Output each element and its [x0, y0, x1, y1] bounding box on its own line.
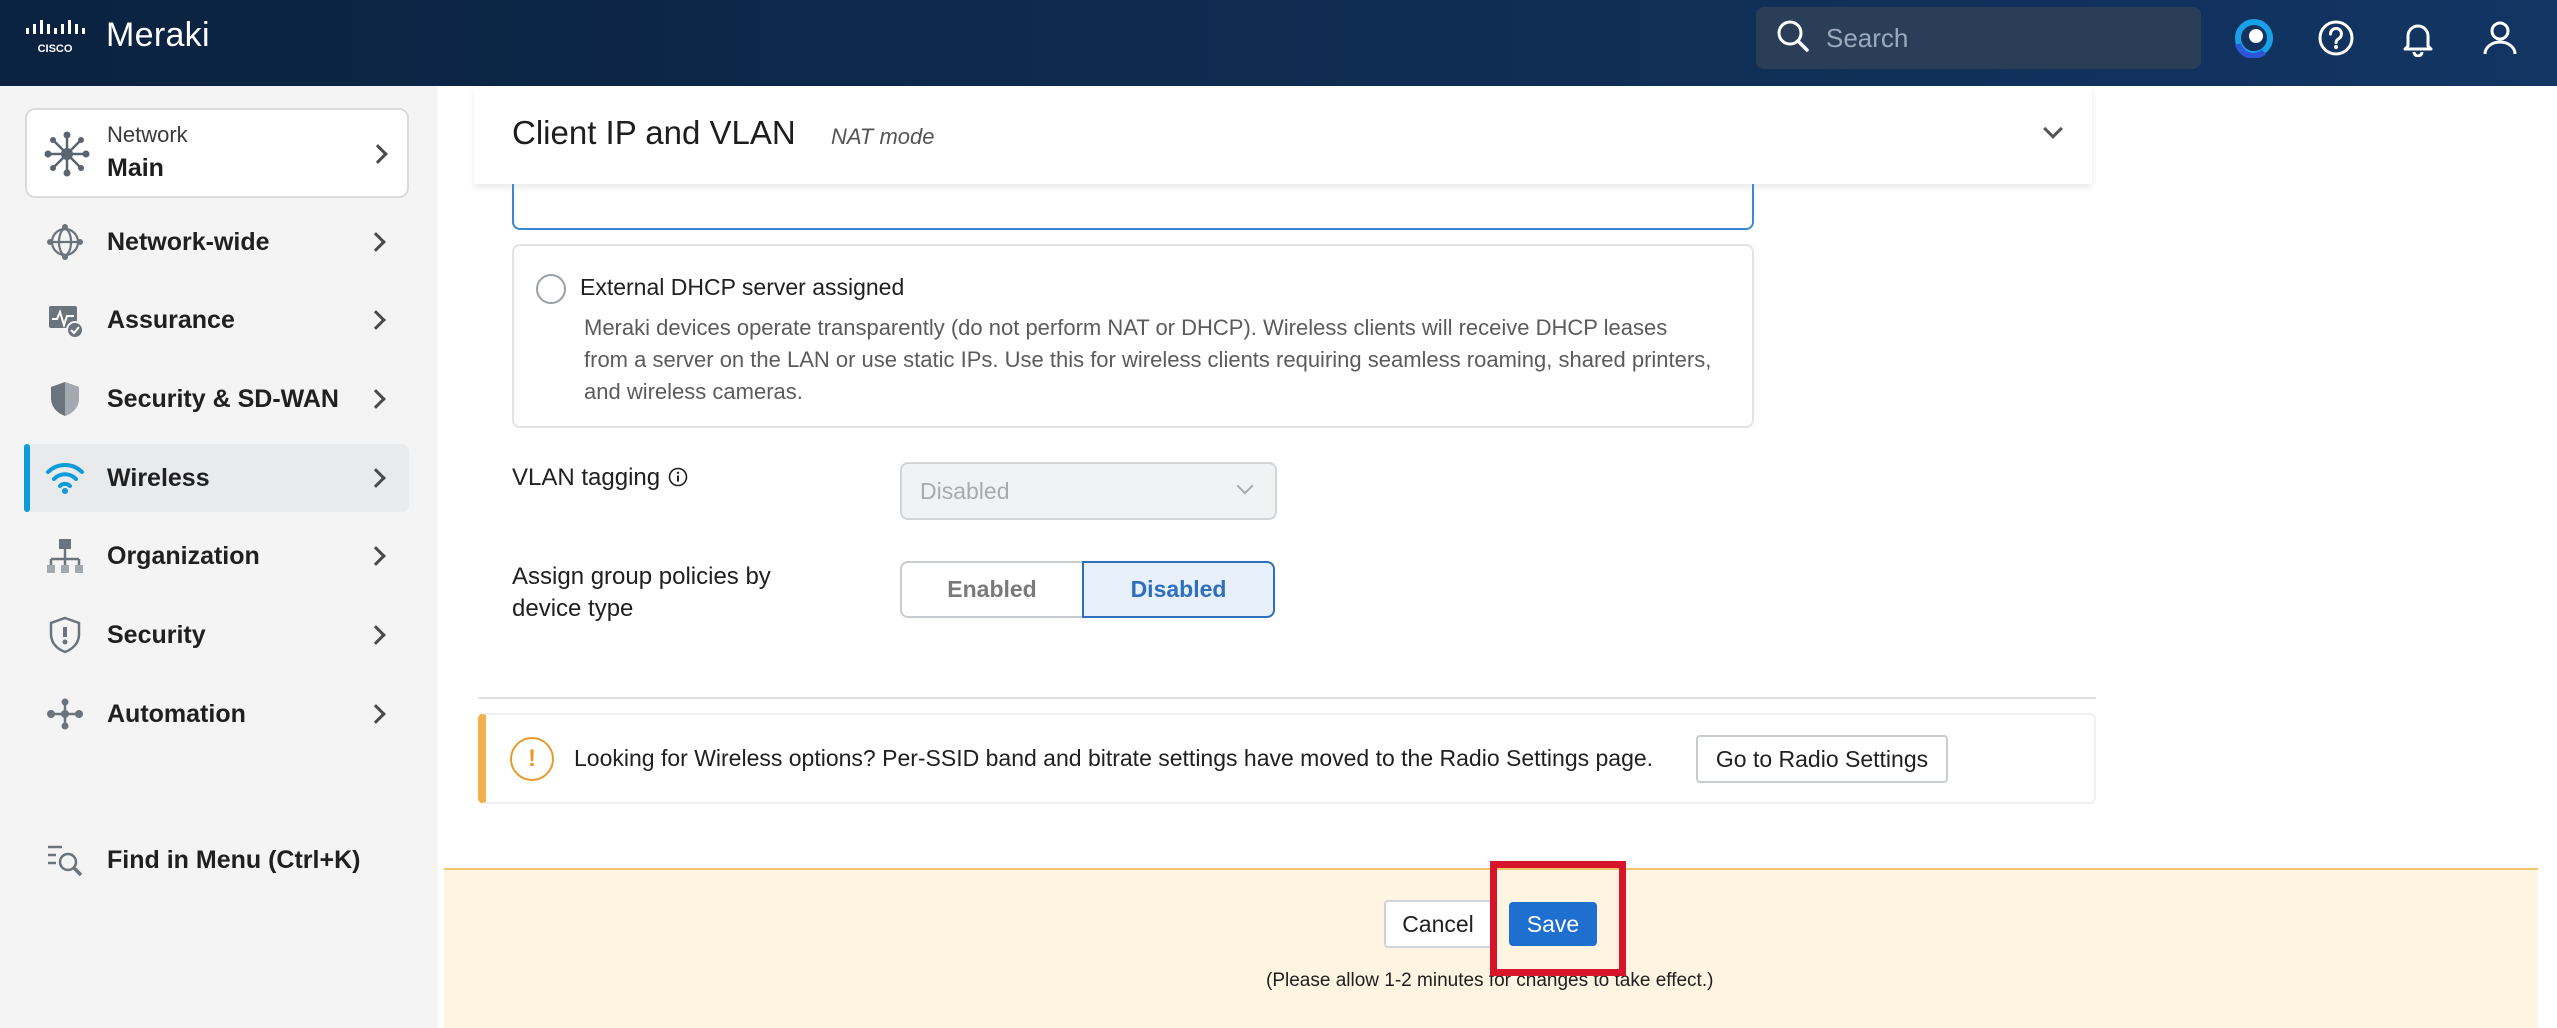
option-description: Meraki devices operate transparently (do…: [584, 315, 1712, 404]
chevron-down-icon: [1236, 477, 1254, 495]
cisco-logo[interactable]: CISCO: [24, 18, 94, 58]
network-label: Network: [107, 122, 188, 147]
organization-icon: [45, 536, 85, 576]
cancel-button[interactable]: Cancel: [1384, 900, 1492, 948]
save-highlight-box: [1490, 861, 1626, 976]
search-input[interactable]: [1824, 21, 2184, 55]
sidebar-item-label: Security & SD-WAN: [107, 384, 339, 413]
assurance-icon: [45, 300, 85, 340]
security-shield-icon: [45, 615, 85, 655]
sidebar-item-security-sd-wan[interactable]: Security & SD-WAN: [25, 365, 409, 433]
wifi-icon: [45, 458, 85, 498]
previous-option-card: [512, 184, 1754, 230]
notice-message: Looking for Wireless options? Per-SSID b…: [574, 745, 1654, 771]
chevron-right-icon: [366, 232, 386, 252]
sidebar-item-wireless[interactable]: Wireless: [24, 444, 409, 512]
sidebar-item-automation[interactable]: Automation: [25, 680, 409, 748]
network-icon: [43, 130, 91, 183]
group-policies-label: Assign group policies by device type: [512, 563, 771, 622]
chevron-right-icon: [366, 625, 386, 645]
chevron-right-icon: [366, 310, 386, 330]
sidebar-item-label: Automation: [107, 699, 246, 728]
logo-text: CISCO: [38, 43, 73, 55]
section-subtitle: NAT mode: [831, 124, 935, 149]
group-policies-enabled-button[interactable]: Enabled: [900, 561, 1084, 618]
shield-icon: [45, 379, 85, 419]
search-bar[interactable]: [1756, 7, 2201, 69]
network-name: Main: [107, 154, 164, 182]
network-wide-icon: [45, 222, 85, 262]
copilot-icon[interactable]: [2230, 14, 2278, 62]
chevron-right-icon: [366, 389, 386, 409]
find-in-menu[interactable]: Find in Menu (Ctrl+K): [25, 826, 409, 894]
sidebar: Network Main Network-wide Assurance Secu…: [0, 86, 438, 1028]
option-external-dhcp[interactable]: External DHCP server assigned Meraki dev…: [512, 244, 1754, 428]
bell-icon[interactable]: [2394, 14, 2442, 62]
sidebar-item-organization[interactable]: Organization: [25, 522, 409, 590]
chevron-right-icon: [366, 546, 386, 566]
warning-icon: !: [510, 737, 554, 781]
chevron-right-icon: [366, 468, 386, 488]
vlan-tagging-label: VLAN tagging: [512, 462, 688, 496]
radio-settings-notice: ! Looking for Wireless options? Per-SSID…: [478, 713, 2096, 804]
section-header-client-ip-vlan[interactable]: Client IP and VLAN NAT mode: [474, 86, 2092, 184]
sidebar-item-label: Security: [107, 620, 206, 649]
vlan-tagging-text: VLAN tagging: [512, 464, 661, 491]
network-selector[interactable]: Network Main: [25, 108, 409, 198]
chevron-right-icon: [366, 704, 386, 724]
automation-icon: [45, 694, 85, 734]
sidebar-item-security[interactable]: Security: [25, 601, 409, 669]
go-to-radio-settings-button[interactable]: Go to Radio Settings: [1696, 735, 1948, 783]
chevron-right-icon: [368, 144, 388, 164]
vlan-tagging-select[interactable]: Disabled: [900, 462, 1277, 520]
group-policies-disabled-button[interactable]: Disabled: [1082, 561, 1275, 618]
section-title: Client IP and VLAN: [512, 114, 796, 151]
sidebar-item-label: Assurance: [107, 305, 235, 334]
chevron-down-icon[interactable]: [2043, 119, 2063, 139]
brand-name: Meraki: [106, 16, 210, 54]
sidebar-item-label: Wireless: [107, 463, 210, 492]
sidebar-item-network-wide[interactable]: Network-wide: [25, 208, 409, 276]
user-icon[interactable]: [2476, 14, 2524, 62]
vlan-tagging-value: Disabled: [920, 478, 1010, 504]
info-icon[interactable]: [668, 464, 688, 496]
search-icon: [1776, 19, 1810, 58]
option-title: External DHCP server assigned: [580, 274, 905, 300]
divider: [478, 697, 2096, 699]
find-in-menu-label: Find in Menu (Ctrl+K): [107, 845, 361, 874]
find-menu-icon: [45, 840, 85, 880]
sidebar-item-assurance[interactable]: Assurance: [25, 286, 409, 354]
help-icon[interactable]: [2312, 14, 2360, 62]
sidebar-item-label: Network-wide: [107, 227, 270, 256]
radio-external-dhcp[interactable]: [536, 274, 566, 304]
sidebar-item-label: Organization: [107, 541, 260, 570]
top-bar: CISCO Meraki: [0, 0, 2557, 86]
